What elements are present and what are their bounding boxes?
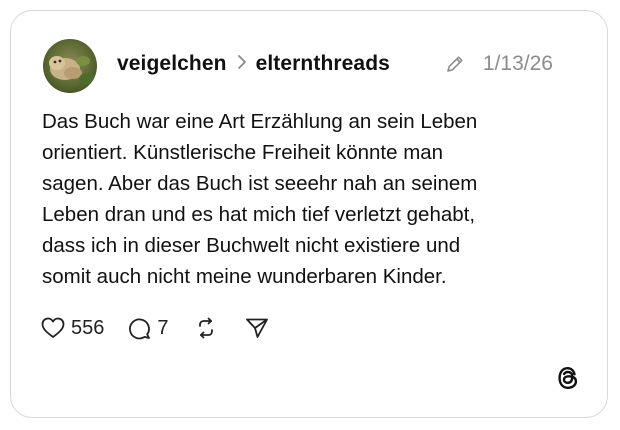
avatar-image bbox=[43, 39, 97, 93]
like-count: 556 bbox=[71, 316, 105, 339]
community-name[interactable]: elternthreads bbox=[256, 52, 390, 76]
like-button[interactable]: 556 bbox=[41, 317, 104, 340]
threads-logo-icon[interactable] bbox=[555, 365, 581, 391]
post-meta: 1/13/26 bbox=[445, 49, 553, 79]
repost-button[interactable] bbox=[195, 317, 217, 339]
post-date: 1/13/26 bbox=[482, 52, 553, 75]
send-icon bbox=[245, 318, 268, 338]
heart-icon bbox=[41, 317, 65, 338]
chevron-right-icon bbox=[237, 52, 247, 76]
share-button[interactable] bbox=[245, 317, 269, 339]
post-text: Das Buch war eine Art Erzählung an sein … bbox=[42, 110, 478, 288]
post-card: veigelchen elternthreads 1/13/26 Das Buc… bbox=[10, 10, 608, 418]
reply-count: 7 bbox=[157, 316, 169, 339]
reply-button[interactable]: 7 bbox=[128, 316, 169, 340]
repost-icon bbox=[198, 317, 213, 339]
avatar[interactable] bbox=[43, 39, 97, 93]
post-header: veigelchen elternthreads bbox=[117, 49, 390, 79]
action-bar: 556 7 bbox=[41, 313, 269, 343]
comment-icon bbox=[129, 318, 151, 339]
pencil-icon bbox=[445, 54, 465, 74]
username[interactable]: veigelchen bbox=[117, 52, 227, 76]
